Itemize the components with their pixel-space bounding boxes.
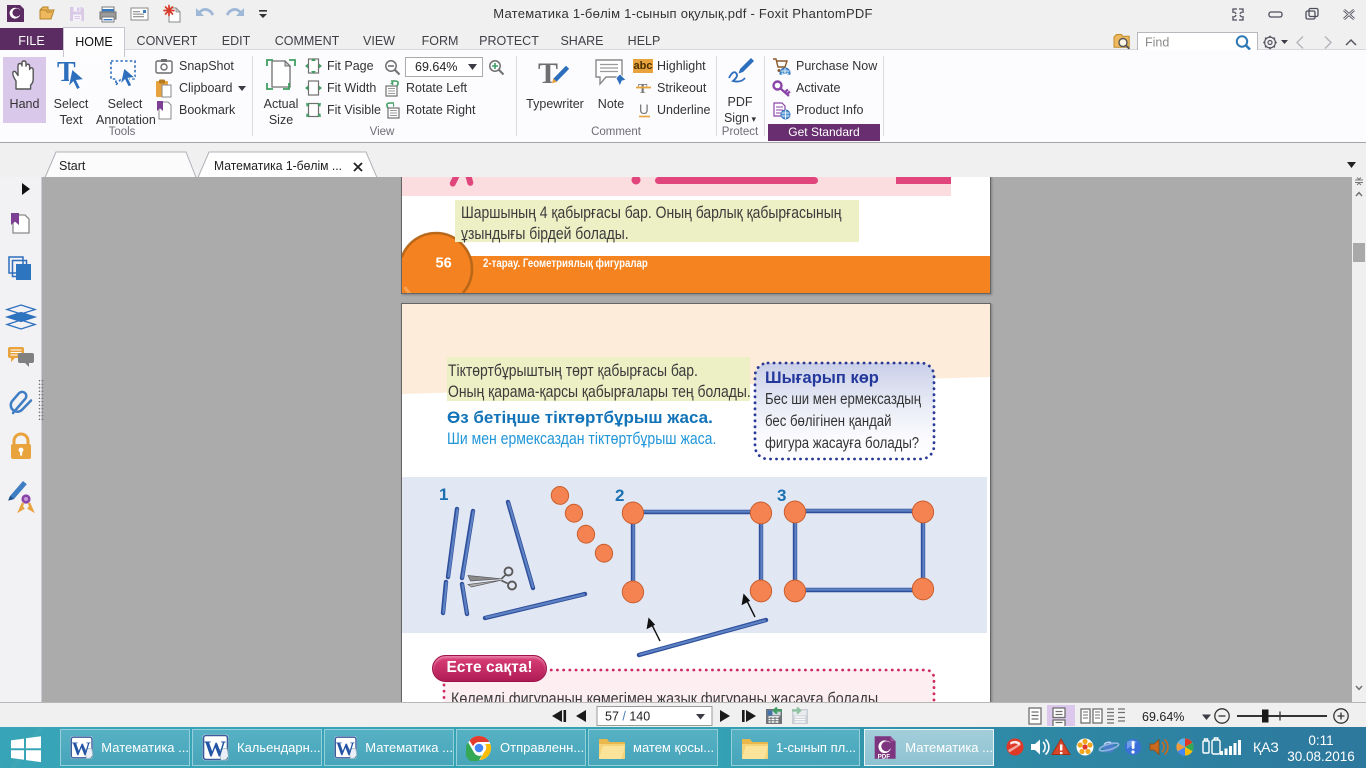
svg-text:Find: Find (1145, 36, 1169, 50)
svg-text:PDF: PDF (878, 753, 891, 760)
svg-text:W: W (204, 736, 226, 761)
svg-text:Start: Start (59, 159, 86, 173)
svg-text:T: T (638, 82, 648, 96)
svg-text:2: 2 (615, 486, 624, 505)
svg-text:1: 1 (439, 485, 448, 504)
svg-text:57 / 140: 57 / 140 (605, 710, 650, 724)
svg-text:W: W (336, 739, 355, 760)
svg-text:69.64%: 69.64% (1142, 710, 1184, 724)
svg-text:T: T (538, 57, 558, 90)
svg-text:30.08.2016: 30.08.2016 (1287, 749, 1355, 764)
svg-text:U: U (639, 102, 649, 117)
svg-text:3: 3 (777, 486, 786, 505)
svg-text:Математика 1-бөлім ...: Математика 1-бөлім ... (214, 159, 342, 173)
svg-text:ҚАЗ: ҚАЗ (1253, 739, 1279, 755)
svg-text:56: 56 (436, 256, 452, 272)
svg-text:0:11: 0:11 (1308, 733, 1333, 748)
svg-text:W: W (72, 739, 91, 760)
